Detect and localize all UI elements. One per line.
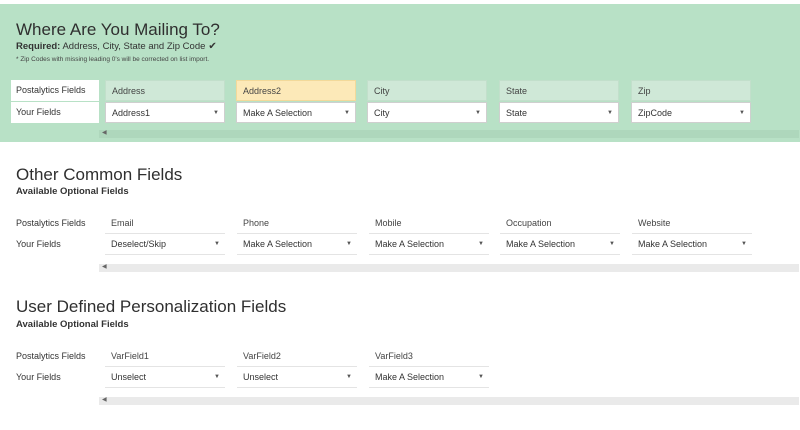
user-defined-section: User Defined Personalization Fields Avai… (0, 275, 800, 430)
column-header: VarField2 (237, 346, 357, 367)
address2-select[interactable]: Make A Selection ▼ (236, 102, 356, 123)
varfield3-select[interactable]: Make A Selection ▼ (369, 367, 489, 388)
chevron-down-icon: ▼ (475, 110, 481, 116)
occupation-select[interactable]: Make A Selection ▼ (500, 234, 620, 255)
scroll-left-icon[interactable]: ◀ (102, 263, 107, 270)
your-fields-label: Your Fields (16, 372, 61, 382)
chevron-down-icon: ▼ (478, 374, 484, 380)
column-header: Mobile (369, 213, 489, 234)
horizontal-scrollbar[interactable]: ◀ (99, 397, 799, 405)
required-text: Required: Address, City, State and Zip C… (16, 41, 217, 52)
select-value: Address1 (112, 108, 151, 118)
check-icon: ✔ (208, 41, 217, 52)
required-fields: Address, City, State and Zip Code (60, 41, 206, 52)
column-header: State (499, 80, 619, 101)
select-value: City (374, 108, 390, 118)
select-value: Make A Selection (243, 239, 313, 249)
user-column-varfield2: VarField2 Unselect ▼ (237, 346, 357, 388)
user-column-varfield1: VarField1 Unselect ▼ (105, 346, 225, 388)
state-select[interactable]: State ▼ (499, 102, 619, 123)
select-value: Make A Selection (638, 239, 708, 249)
postalytics-fields-label: Postalytics Fields (16, 351, 86, 361)
select-value: Make A Selection (375, 239, 445, 249)
select-value: State (506, 108, 528, 118)
scroll-left-icon[interactable]: ◀ (102, 396, 107, 403)
mailing-section: Where Are You Mailing To? Required: Addr… (0, 4, 800, 142)
chevron-down-icon: ▼ (344, 110, 350, 116)
required-label: Required: (16, 41, 61, 52)
common-column-phone: Phone Make A Selection ▼ (237, 213, 357, 255)
postalytics-fields-label: Postalytics Fields (16, 218, 86, 228)
mail-column-address2: Address2 Make A Selection ▼ (236, 80, 356, 123)
select-value: Unselect (243, 372, 279, 382)
column-header: Occupation (500, 213, 620, 234)
select-value: Make A Selection (375, 372, 445, 382)
column-header: City (367, 80, 487, 101)
chevron-down-icon: ▼ (214, 241, 220, 247)
select-value: ZipCode (638, 108, 673, 118)
user-defined-title: User Defined Personalization Fields (16, 297, 287, 316)
user-defined-subtitle: Available Optional Fields (16, 319, 129, 330)
user-column-varfield3: VarField3 Make A Selection ▼ (369, 346, 489, 388)
select-value: Deselect/Skip (111, 239, 167, 249)
column-header: VarField3 (369, 346, 489, 367)
common-title: Other Common Fields (16, 165, 183, 184)
common-column-occupation: Occupation Make A Selection ▼ (500, 213, 620, 255)
mobile-select[interactable]: Make A Selection ▼ (369, 234, 489, 255)
varfield2-select[interactable]: Unselect ▼ (237, 367, 357, 388)
address-select[interactable]: Address1 ▼ (105, 102, 225, 123)
mail-column-zip: Zip ZipCode ▼ (631, 80, 751, 123)
mail-column-state: State State ▼ (499, 80, 619, 123)
column-header: Address (105, 80, 225, 101)
scroll-left-icon[interactable]: ◀ (102, 129, 107, 136)
column-header: Phone (237, 213, 357, 234)
chevron-down-icon: ▼ (609, 241, 615, 247)
mail-column-address: Address Address1 ▼ (105, 80, 225, 123)
zip-select[interactable]: ZipCode ▼ (631, 102, 751, 123)
phone-select[interactable]: Make A Selection ▼ (237, 234, 357, 255)
website-select[interactable]: Make A Selection ▼ (632, 234, 752, 255)
common-column-website: Website Make A Selection ▼ (632, 213, 752, 255)
column-header: VarField1 (105, 346, 225, 367)
chevron-down-icon: ▼ (607, 110, 613, 116)
horizontal-scrollbar[interactable]: ◀ (99, 264, 799, 272)
column-header: Address2 (236, 80, 356, 101)
city-select[interactable]: City ▼ (367, 102, 487, 123)
select-value: Unselect (111, 372, 147, 382)
column-header: Zip (631, 80, 751, 101)
chevron-down-icon: ▼ (739, 110, 745, 116)
select-value: Make A Selection (243, 108, 313, 118)
mailing-title: Where Are You Mailing To? (16, 20, 220, 39)
chevron-down-icon: ▼ (741, 241, 747, 247)
chevron-down-icon: ▼ (346, 241, 352, 247)
common-column-email: Email Deselect/Skip ▼ (105, 213, 225, 255)
common-column-mobile: Mobile Make A Selection ▼ (369, 213, 489, 255)
varfield1-select[interactable]: Unselect ▼ (105, 367, 225, 388)
horizontal-scrollbar[interactable]: ◀ (99, 130, 799, 138)
mail-column-city: City City ▼ (367, 80, 487, 123)
column-header: Email (105, 213, 225, 234)
select-value: Make A Selection (506, 239, 576, 249)
chevron-down-icon: ▼ (346, 374, 352, 380)
chevron-down-icon: ▼ (214, 374, 220, 380)
chevron-down-icon: ▼ (213, 110, 219, 116)
column-header: Website (632, 213, 752, 234)
your-fields-label: Your Fields (11, 102, 99, 123)
common-fields-section: Other Common Fields Available Optional F… (0, 142, 800, 275)
email-select[interactable]: Deselect/Skip ▼ (105, 234, 225, 255)
zip-note: * Zip Codes with missing leading 0's wil… (16, 56, 210, 63)
common-subtitle: Available Optional Fields (16, 186, 129, 197)
chevron-down-icon: ▼ (478, 241, 484, 247)
postalytics-fields-label: Postalytics Fields (11, 80, 99, 101)
your-fields-label: Your Fields (16, 239, 61, 249)
